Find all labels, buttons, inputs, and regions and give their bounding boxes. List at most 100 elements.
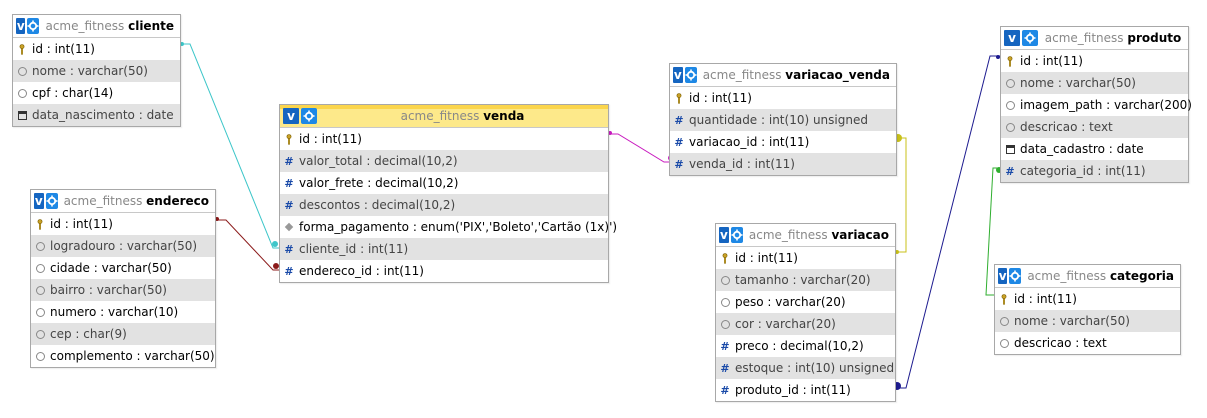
table-variacao-venda[interactable]: v acme_fitness variacao_vendaid : int(11)… — [669, 63, 897, 176]
database-name: acme_fitness — [45, 19, 125, 33]
table-header[interactable]: v acme_fitness variacao — [716, 224, 895, 247]
column-row[interactable]: data_cadastro : date — [1001, 138, 1188, 160]
toggle-columns-button[interactable]: v — [998, 268, 1008, 284]
table-variacao[interactable]: v acme_fitness variacao id : int(11) tamanh… — [715, 223, 896, 402]
table-title: acme_fitness categoria — [1027, 269, 1180, 283]
gear-icon[interactable] — [1009, 268, 1022, 284]
column-label: descricao : text — [1020, 120, 1113, 134]
table-cliente[interactable]: v acme_fitness cliente id : int(11) nome : … — [12, 14, 181, 127]
database-name: acme_fitness — [1027, 269, 1107, 283]
gear-icon[interactable] — [1022, 30, 1038, 46]
column-row[interactable]: cor : varchar(20) — [716, 313, 895, 335]
column-row[interactable]: # valor_total : decimal(10,2) — [280, 150, 608, 172]
column-row[interactable]: # valor_frete : decimal(10,2) — [280, 172, 608, 194]
number-icon: # — [284, 154, 294, 168]
gear-icon[interactable] — [730, 227, 743, 243]
column-row[interactable]: id : int(11) — [1001, 50, 1188, 72]
table-title: acme_fitness variacao_venda — [703, 68, 896, 82]
text-icon — [35, 284, 45, 296]
column-row[interactable]: # preco : decimal(10,2) — [716, 335, 895, 357]
column-row[interactable]: logradouro : varchar(50) — [31, 235, 215, 257]
gear-icon[interactable] — [27, 18, 40, 34]
key-icon — [1005, 55, 1015, 67]
number-icon: # — [1005, 164, 1015, 178]
text-icon — [1005, 77, 1015, 89]
table-endereco[interactable]: v acme_fitness endereco id : int(11) lograd… — [30, 189, 216, 368]
toggle-columns-button[interactable]: v — [16, 18, 26, 34]
column-row[interactable]: peso : varchar(20) — [716, 291, 895, 313]
column-row[interactable]: nome : varchar(50) — [1001, 72, 1188, 94]
column-label: data_cadastro : date — [1020, 142, 1144, 156]
table-header[interactable]: v acme_fitness endereco — [31, 190, 215, 213]
key-icon — [17, 43, 27, 55]
table-header[interactable]: v acme_fitness cliente — [13, 15, 180, 38]
table-header[interactable]: v acme_fitness venda — [280, 105, 608, 128]
column-row[interactable]: bairro : varchar(50) — [31, 279, 215, 301]
column-row[interactable]: # estoque : int(10) unsigned — [716, 357, 895, 379]
table-produto[interactable]: v acme_fitness produto id : int(11) nome : … — [1000, 26, 1192, 183]
column-row[interactable]: descricao : text — [995, 332, 1180, 354]
column-row[interactable]: id : int(11) — [13, 38, 180, 60]
text-icon — [1005, 121, 1015, 133]
table-name: venda — [483, 109, 525, 123]
column-label: categoria_id : int(11) — [1020, 164, 1146, 178]
text-icon — [17, 87, 27, 99]
column-row[interactable]: imagem_path : varchar(200) — [1001, 94, 1192, 116]
column-row[interactable]: cidade : varchar(50) — [31, 257, 215, 279]
column-row[interactable]: descricao : text — [1001, 116, 1188, 138]
column-label: preco : decimal(10,2) — [735, 339, 864, 353]
table-header[interactable]: v acme_fitness variacao_venda — [670, 64, 896, 87]
column-row[interactable]: id : int(11) — [31, 213, 215, 235]
database-name: acme_fitness — [702, 68, 782, 82]
column-row[interactable]: complemento : varchar(50) — [31, 345, 215, 367]
number-icon: # — [284, 198, 294, 212]
column-row[interactable]: id : int(11) — [716, 247, 895, 269]
column-label: imagem_path : varchar(200) — [1020, 98, 1192, 112]
gear-icon[interactable] — [684, 67, 697, 83]
column-label: cor : varchar(20) — [735, 317, 836, 331]
column-row[interactable]: forma_pagamento : enum('PIX','Boleto','C… — [280, 216, 617, 238]
table-categoria[interactable]: v acme_fitness categoria id : int(11) nome … — [994, 264, 1181, 355]
number-icon: # — [720, 383, 730, 397]
column-label: id : int(11) — [735, 251, 798, 265]
column-row[interactable]: id : int(11) — [995, 288, 1180, 310]
table-header[interactable]: v acme_fitness categoria — [995, 265, 1180, 288]
column-label: cep : char(9) — [50, 327, 127, 341]
gear-icon[interactable] — [45, 193, 58, 209]
column-label: id : int(11) — [299, 132, 362, 146]
toggle-columns-button[interactable]: v — [673, 67, 683, 83]
toggle-columns-button[interactable]: v — [1004, 30, 1020, 46]
database-name: acme_fitness — [748, 228, 828, 242]
column-row[interactable]: # variacao_id : int(11) — [670, 131, 896, 153]
column-row[interactable]: # venda_id : int(11) — [670, 153, 896, 175]
column-row[interactable]: # cliente_id : int(11) — [280, 238, 608, 260]
column-row[interactable]: id : int(11) — [280, 128, 608, 150]
column-row[interactable]: # descontos : decimal(10,2) — [280, 194, 608, 216]
table-name: produto — [1127, 31, 1182, 45]
toggle-columns-button[interactable]: v — [719, 227, 729, 243]
column-row[interactable]: # endereco_id : int(11) — [280, 260, 608, 282]
gear-icon[interactable] — [301, 108, 317, 124]
key-icon — [999, 293, 1009, 305]
toggle-columns-button[interactable]: v — [283, 108, 299, 124]
column-row[interactable]: # quantidade : int(10) unsigned — [670, 109, 896, 131]
column-row[interactable]: id : int(11) — [670, 87, 896, 109]
column-row[interactable]: tamanho : varchar(20) — [716, 269, 895, 291]
text-icon — [35, 306, 45, 318]
column-row[interactable]: cep : char(9) — [31, 323, 215, 345]
column-row[interactable]: cpf : char(14) — [13, 82, 180, 104]
column-row[interactable]: # categoria_id : int(11) — [1001, 160, 1188, 182]
table-header[interactable]: v acme_fitness produto — [1001, 27, 1188, 50]
table-venda[interactable]: v acme_fitness venda id : int(11) # valor_to… — [279, 104, 617, 283]
table-name: cliente — [128, 19, 174, 33]
column-label: descricao : text — [1014, 336, 1107, 350]
toggle-columns-button[interactable]: v — [34, 193, 44, 209]
column-row[interactable]: nome : varchar(50) — [13, 60, 180, 82]
column-row[interactable]: # produto_id : int(11) — [716, 379, 895, 401]
column-label: estoque : int(10) unsigned — [735, 361, 895, 375]
column-row[interactable]: numero : varchar(10) — [31, 301, 215, 323]
column-row[interactable]: data_nascimento : date — [13, 104, 180, 126]
column-row[interactable]: nome : varchar(50) — [995, 310, 1180, 332]
number-icon: # — [674, 113, 684, 127]
number-icon: # — [720, 361, 730, 375]
